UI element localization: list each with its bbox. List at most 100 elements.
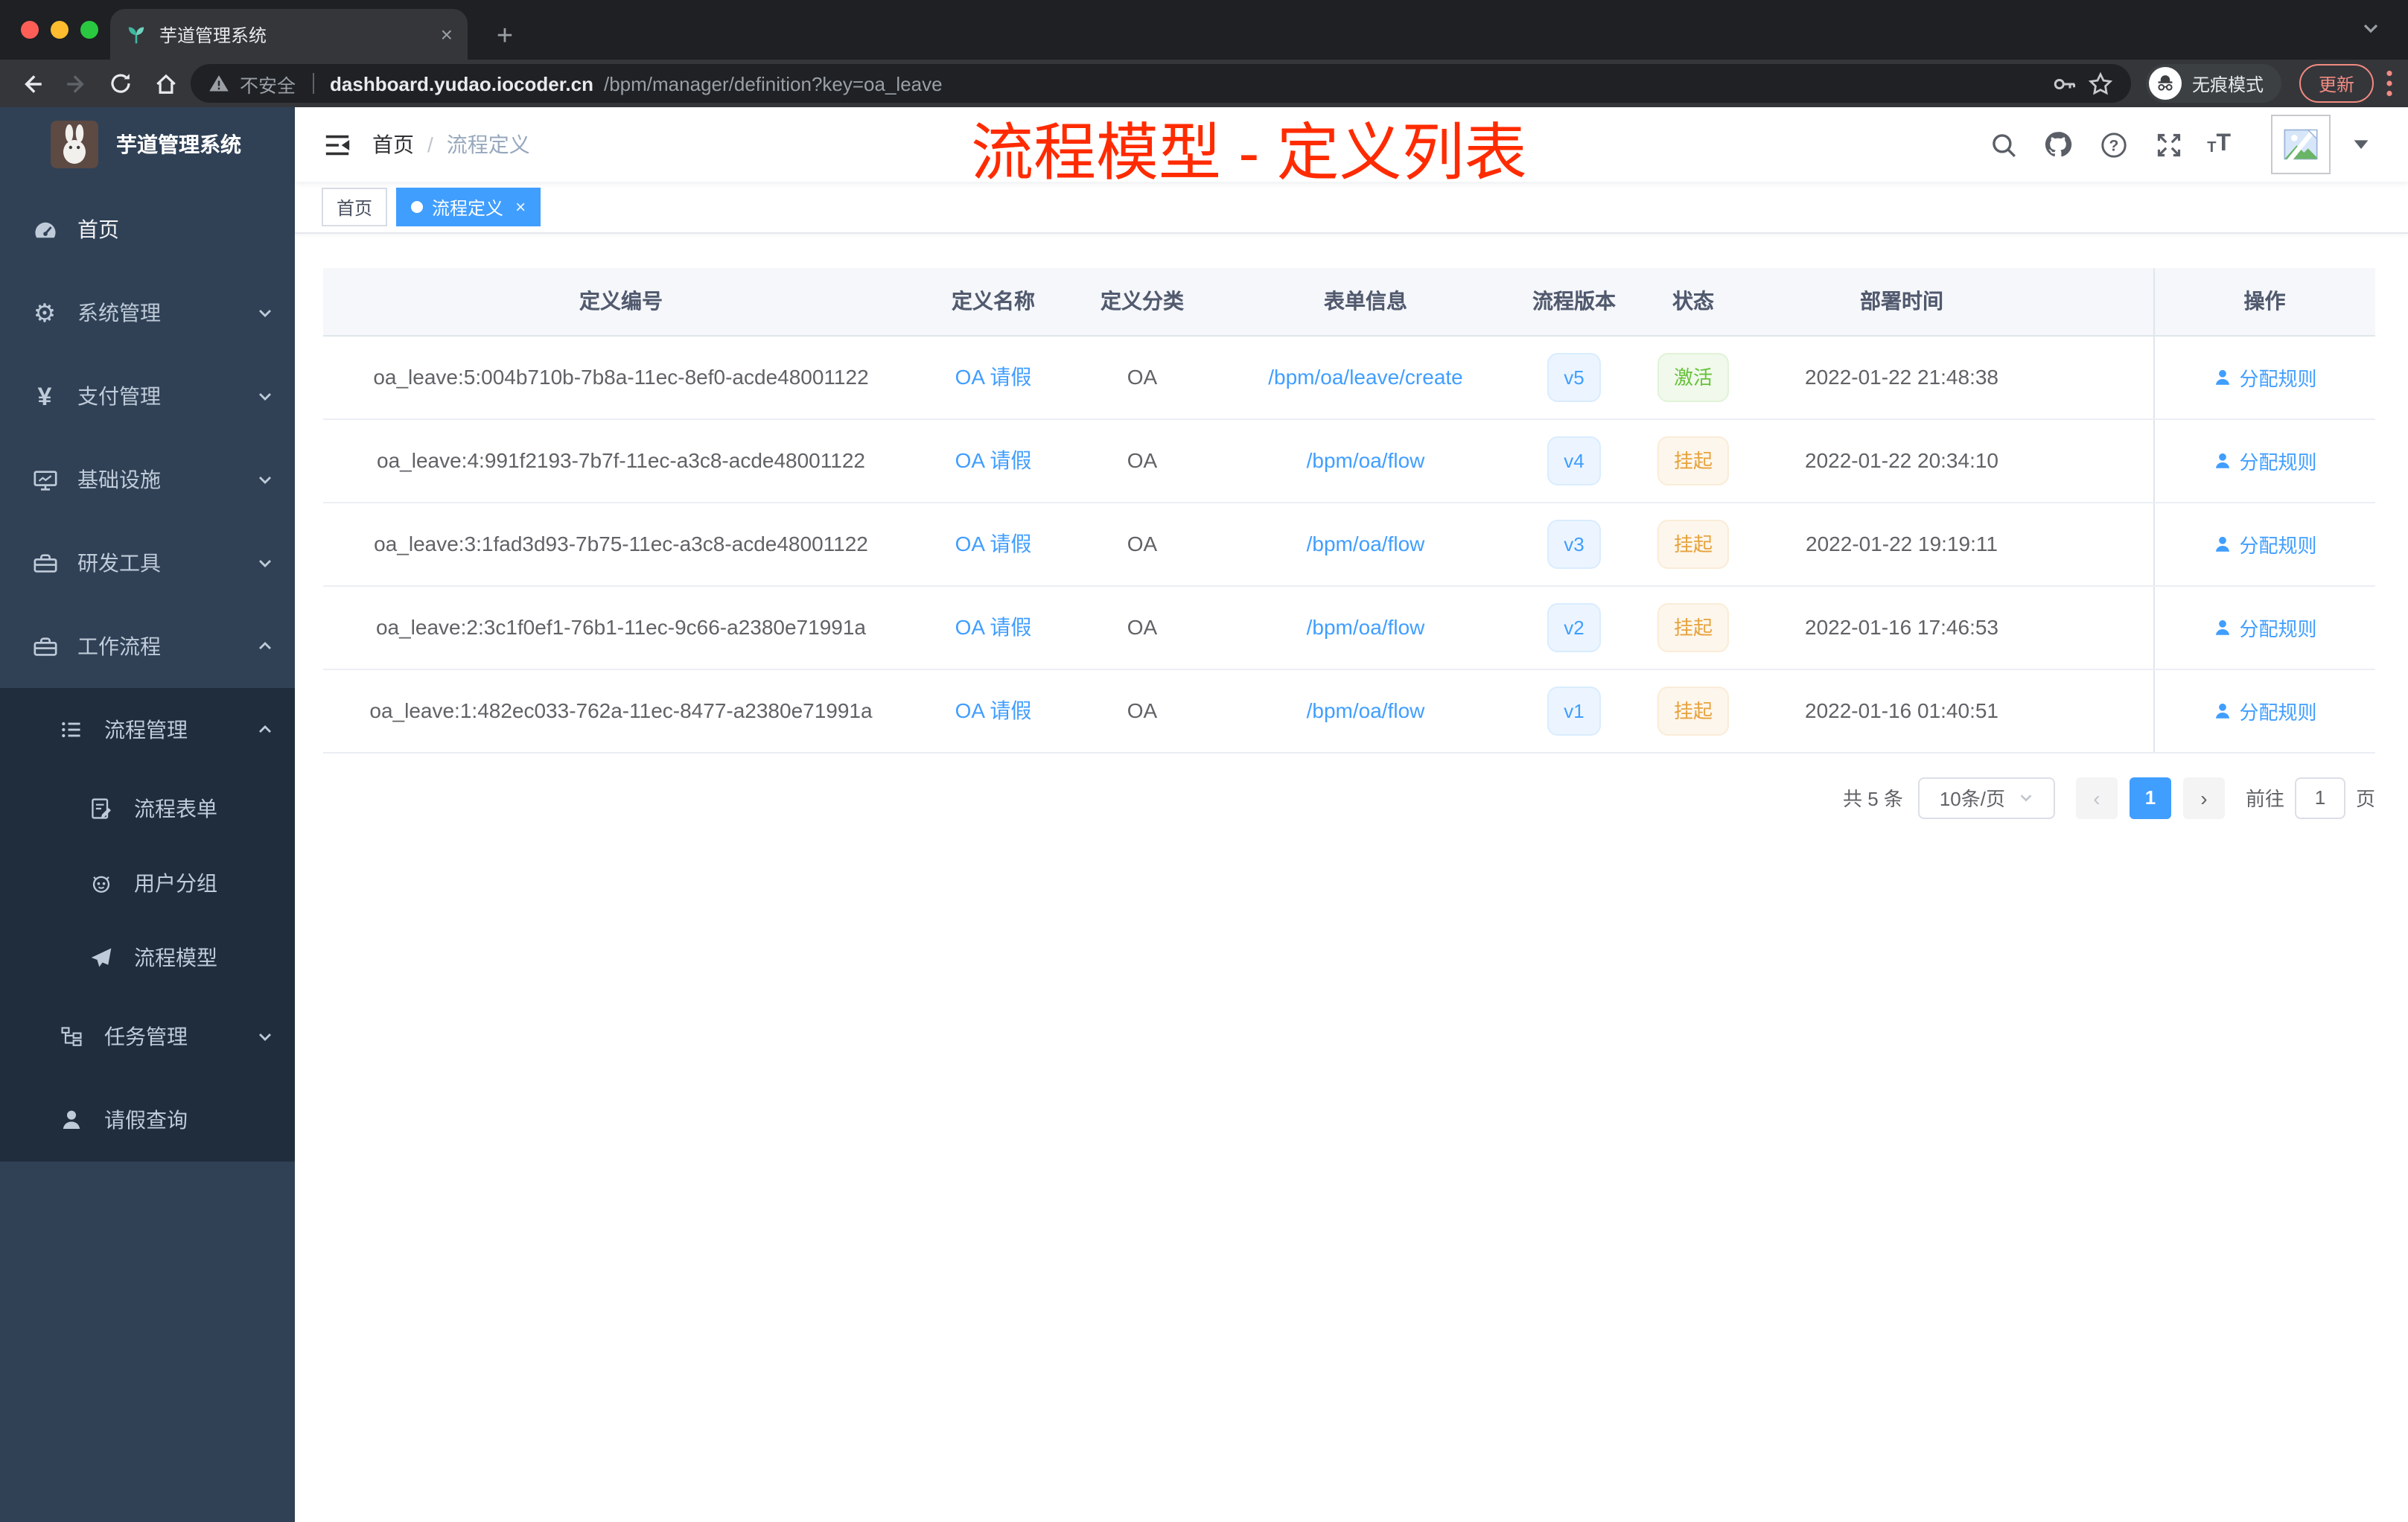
chevron-down-icon bbox=[256, 387, 274, 405]
back-icon[interactable] bbox=[12, 64, 51, 103]
close-tag-icon[interactable]: × bbox=[515, 197, 526, 217]
prev-page-button[interactable]: ‹ bbox=[2075, 777, 2118, 818]
cell-deploy-time: 2022-01-16 17:46:53 bbox=[1753, 585, 2051, 669]
logo-image bbox=[51, 121, 98, 168]
sidebar-item-workflow[interactable]: 工作流程 bbox=[0, 605, 295, 688]
cell-definition-id: oa_leave:5:004b710b-7b8a-11ec-8ef0-acde4… bbox=[323, 335, 919, 419]
cell-definition-id: oa_leave:2:3c1f0ef1-76b1-11ec-9c66-a2380… bbox=[323, 585, 919, 669]
sidebar-item-home[interactable]: 首页 bbox=[0, 188, 295, 271]
sidebar-item-user-group[interactable]: 用户分组 bbox=[0, 846, 295, 920]
reload-icon[interactable] bbox=[101, 64, 140, 103]
form-link[interactable]: /bpm/oa/flow bbox=[1307, 448, 1425, 472]
sidebar-menu: 首页 ⚙ 系统管理 ¥ 支付管理 基础设施 研发工具 工作流程 流程管理 流程表… bbox=[0, 182, 295, 1162]
browser-menu-icon[interactable] bbox=[2386, 70, 2393, 97]
github-icon[interactable] bbox=[2042, 128, 2074, 161]
cell-spacer bbox=[2051, 585, 2153, 669]
sidebar-item-task-management[interactable]: 任务管理 bbox=[0, 995, 295, 1078]
page-unit-label: 页 bbox=[2355, 788, 2375, 810]
column-header: 定义名称 bbox=[919, 268, 1068, 336]
overlay-annotation-title: 流程模型 - 定义列表 bbox=[971, 118, 1527, 188]
chevron-down-icon bbox=[256, 1028, 274, 1045]
app-title: 芋道管理系统 bbox=[116, 133, 241, 156]
table-row: oa_leave:5:004b710b-7b8a-11ec-8ef0-acde4… bbox=[323, 335, 2375, 419]
new-tab-button[interactable]: + bbox=[485, 21, 524, 54]
definition-name-link[interactable]: OA 请假 bbox=[955, 615, 1032, 639]
tag-home[interactable]: 首页 bbox=[322, 188, 388, 226]
zoom-window-button[interactable] bbox=[80, 21, 98, 39]
tags-view-bar: 首页 流程定义 × bbox=[295, 182, 2408, 234]
collapse-sidebar-icon[interactable] bbox=[310, 118, 363, 171]
sidebar-item-dev-tools[interactable]: 研发工具 bbox=[0, 521, 295, 605]
sidebar-item-label: 用户分组 bbox=[134, 871, 217, 895]
definition-table: 定义编号 定义名称 定义分类 表单信息 流程版本 状态 部署时间 操作 oa_l… bbox=[323, 268, 2375, 753]
browser-update-button[interactable]: 更新 bbox=[2299, 64, 2374, 103]
close-tab-icon[interactable]: × bbox=[441, 24, 453, 45]
minimize-window-button[interactable] bbox=[51, 21, 69, 39]
definition-name-link[interactable]: OA 请假 bbox=[955, 698, 1032, 722]
sidebar-item-label: 工作流程 bbox=[77, 634, 161, 658]
assign-rule-button[interactable]: 分配规则 bbox=[2212, 363, 2317, 391]
cell-deploy-time: 2022-01-22 20:34:10 bbox=[1753, 418, 2051, 503]
search-icon[interactable] bbox=[1987, 128, 2019, 161]
form-link[interactable]: /bpm/oa/leave/create bbox=[1268, 365, 1463, 389]
monitor-icon bbox=[30, 467, 60, 492]
fullscreen-icon[interactable] bbox=[2152, 128, 2185, 161]
tab-search-chevron-icon[interactable] bbox=[2360, 18, 2381, 39]
page-number-current[interactable]: 1 bbox=[2129, 777, 2171, 818]
assign-rule-button[interactable]: 分配规则 bbox=[2212, 529, 2317, 558]
home-icon[interactable] bbox=[146, 64, 185, 103]
tag-label: 流程定义 bbox=[432, 197, 504, 218]
form-link[interactable]: /bpm/oa/flow bbox=[1307, 698, 1425, 722]
active-dot bbox=[411, 201, 424, 213]
address-bar[interactable]: 不安全 dashboard.yudao.iocoder.cn/bpm/manag… bbox=[191, 64, 2131, 103]
definition-name-link[interactable]: OA 请假 bbox=[955, 448, 1032, 472]
column-header: 状态 bbox=[1634, 268, 1753, 336]
page-size-select[interactable]: 10条/页 bbox=[1917, 777, 2055, 818]
favicon-sprout-icon bbox=[125, 23, 147, 45]
help-question-icon[interactable]: ? bbox=[2097, 128, 2130, 161]
close-window-button[interactable] bbox=[21, 21, 39, 39]
assign-rule-button[interactable]: 分配规则 bbox=[2212, 696, 2317, 725]
tree-icon bbox=[57, 1025, 86, 1048]
browser-toolbar: 不安全 dashboard.yudao.iocoder.cn/bpm/manag… bbox=[0, 60, 2408, 107]
next-page-button[interactable]: › bbox=[2182, 777, 2225, 818]
column-header: 表单信息 bbox=[1217, 268, 1514, 336]
goto-page-input[interactable]: 1 bbox=[2294, 777, 2345, 818]
font-size-icon[interactable]: TT bbox=[2207, 132, 2231, 156]
definition-name-link[interactable]: OA 请假 bbox=[955, 532, 1032, 555]
tag-process-definition[interactable]: 流程定义 × bbox=[396, 188, 541, 226]
cell-definition-id: oa_leave:1:482ec033-762a-11ec-8477-a2380… bbox=[323, 669, 919, 753]
sidebar-item-infrastructure[interactable]: 基础设施 bbox=[0, 438, 295, 521]
bookmark-star-icon[interactable] bbox=[2088, 71, 2113, 96]
sidebar-item-system[interactable]: ⚙ 系统管理 bbox=[0, 271, 295, 354]
breadcrumb-home[interactable]: 首页 bbox=[372, 130, 414, 159]
status-badge: 挂起 bbox=[1657, 519, 1729, 568]
forward-icon[interactable] bbox=[57, 64, 95, 103]
definition-name-link[interactable]: OA 请假 bbox=[955, 365, 1032, 389]
main-area: 流程模型 - 定义列表 首页 / 流程定义 ? T T 首页 流程定义 × 定义… bbox=[295, 107, 2408, 1522]
sidebar-item-label: 请假查询 bbox=[104, 1108, 188, 1132]
password-key-icon[interactable] bbox=[2052, 71, 2077, 96]
app-logo[interactable]: 芋道管理系统 bbox=[0, 107, 295, 182]
cell-spacer bbox=[2051, 669, 2153, 753]
form-link[interactable]: /bpm/oa/flow bbox=[1307, 532, 1425, 555]
assign-rule-button[interactable]: 分配规则 bbox=[2212, 613, 2317, 641]
cell-spacer bbox=[2051, 502, 2153, 586]
cell-definition-id: oa_leave:4:991f2193-7b7f-11ec-a3c8-acde4… bbox=[323, 418, 919, 503]
sidebar-item-process-form[interactable]: 流程表单 bbox=[0, 771, 295, 846]
assign-rule-button[interactable]: 分配规则 bbox=[2212, 446, 2317, 474]
sidebar-item-payment[interactable]: ¥ 支付管理 bbox=[0, 354, 295, 438]
sidebar-item-process-management[interactable]: 流程管理 bbox=[0, 688, 295, 771]
page-size-value: 10条/页 bbox=[1939, 788, 2005, 810]
sidebar-item-leave-query[interactable]: 请假查询 bbox=[0, 1078, 295, 1162]
sidebar-item-process-model[interactable]: 流程模型 bbox=[0, 920, 295, 995]
incognito-icon bbox=[2148, 67, 2182, 100]
form-link[interactable]: /bpm/oa/flow bbox=[1307, 615, 1425, 639]
sidebar: 芋道管理系统 首页 ⚙ 系统管理 ¥ 支付管理 基础设施 研发工具 工作流程 流… bbox=[0, 107, 295, 1522]
paper-plane-icon bbox=[86, 946, 116, 969]
browser-tab[interactable]: 芋道管理系统 × bbox=[110, 9, 468, 60]
avatar[interactable] bbox=[2271, 115, 2331, 174]
avatar-caret-down-icon[interactable] bbox=[2353, 138, 2369, 150]
breadcrumb-separator: / bbox=[427, 133, 433, 156]
version-badge: v1 bbox=[1547, 686, 1601, 735]
